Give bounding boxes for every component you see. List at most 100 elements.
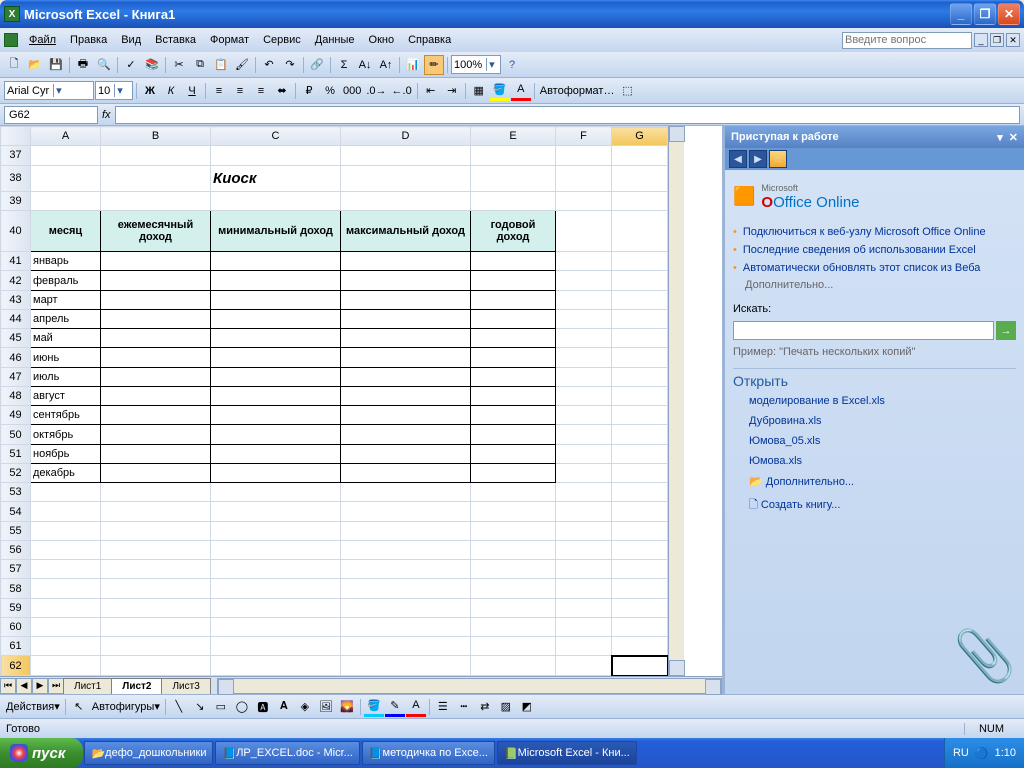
link-more-1[interactable]: Дополнительно... bbox=[733, 279, 1016, 291]
cell-G59[interactable] bbox=[612, 598, 668, 617]
cell-E38[interactable] bbox=[471, 165, 556, 191]
fill-color-button[interactable]: 🪣 bbox=[490, 81, 510, 101]
cell-E49[interactable] bbox=[471, 406, 556, 425]
cell-F41[interactable] bbox=[556, 252, 612, 271]
cell-E61[interactable] bbox=[471, 637, 556, 656]
cell-E60[interactable] bbox=[471, 617, 556, 636]
cell-F38[interactable] bbox=[556, 165, 612, 191]
cell-A57[interactable] bbox=[31, 560, 101, 579]
cell-E62[interactable] bbox=[471, 656, 556, 676]
cell-G60[interactable] bbox=[612, 617, 668, 636]
vertical-scrollbar[interactable] bbox=[668, 126, 684, 676]
chart-wizard-button[interactable]: 📊 bbox=[403, 55, 423, 75]
col-header-D[interactable]: D bbox=[341, 127, 471, 146]
cell-B53[interactable] bbox=[101, 483, 211, 502]
cell-A58[interactable] bbox=[31, 579, 101, 598]
cell-B59[interactable] bbox=[101, 598, 211, 617]
dash-style-button[interactable]: ┅ bbox=[454, 697, 474, 717]
cell-F46[interactable] bbox=[556, 348, 612, 367]
cell-B47[interactable] bbox=[101, 367, 211, 386]
menu-view[interactable]: Вид bbox=[114, 32, 148, 48]
cell-G48[interactable] bbox=[612, 386, 668, 405]
menu-file[interactable]: Файл bbox=[22, 32, 63, 48]
menu-edit[interactable]: Правка bbox=[63, 32, 114, 48]
link-auto-update-list[interactable]: Автоматически обновлять этот список из В… bbox=[733, 261, 1016, 275]
help-question-box[interactable] bbox=[842, 32, 972, 49]
cell-G37[interactable] bbox=[612, 146, 668, 165]
cell-E37[interactable] bbox=[471, 146, 556, 165]
minimize-button[interactable]: _ bbox=[950, 3, 972, 25]
cell-F43[interactable] bbox=[556, 290, 612, 309]
taskpane-forward[interactable]: ▶ bbox=[749, 150, 767, 168]
cell-B52[interactable] bbox=[101, 463, 211, 482]
row-header-54[interactable]: 54 bbox=[1, 502, 31, 521]
cell-A59[interactable] bbox=[31, 598, 101, 617]
cell-G39[interactable] bbox=[612, 191, 668, 210]
cell-B60[interactable] bbox=[101, 617, 211, 636]
cell-F51[interactable] bbox=[556, 444, 612, 463]
tray-volume-icon[interactable]: 🔵 bbox=[975, 747, 989, 760]
cell-A55[interactable] bbox=[31, 521, 101, 540]
cell-B45[interactable] bbox=[101, 329, 211, 348]
align-left-button[interactable]: ≡ bbox=[209, 81, 229, 101]
cell-B54[interactable] bbox=[101, 502, 211, 521]
cell-F62[interactable] bbox=[556, 656, 612, 676]
cell-F49[interactable] bbox=[556, 406, 612, 425]
cell-F47[interactable] bbox=[556, 367, 612, 386]
cell-E42[interactable] bbox=[471, 271, 556, 290]
cell-E39[interactable] bbox=[471, 191, 556, 210]
tab-nav-next[interactable]: ▶ bbox=[32, 678, 48, 694]
cell-A60[interactable] bbox=[31, 617, 101, 636]
cell-B48[interactable] bbox=[101, 386, 211, 405]
comma-button[interactable]: 000 bbox=[341, 81, 363, 101]
new-button[interactable]: 🗋 bbox=[4, 55, 24, 75]
cell-C48[interactable] bbox=[211, 386, 341, 405]
hyperlink-button[interactable]: 🔗 bbox=[307, 55, 327, 75]
cell-G62[interactable] bbox=[612, 656, 668, 676]
cell-C49[interactable] bbox=[211, 406, 341, 425]
worksheet-grid[interactable]: ABCDEFG3738Киоск3940месяцежемесячный дох… bbox=[0, 126, 722, 676]
undo-button[interactable]: ↶ bbox=[259, 55, 279, 75]
cell-C39[interactable] bbox=[211, 191, 341, 210]
clippy-assistant-icon[interactable]: 📎 bbox=[954, 627, 1016, 686]
cell-A46[interactable]: июнь bbox=[31, 348, 101, 367]
row-header-52[interactable]: 52 bbox=[1, 463, 31, 482]
font-size-combo[interactable]: 10▾ bbox=[95, 81, 133, 100]
row-header-43[interactable]: 43 bbox=[1, 290, 31, 309]
row-header-56[interactable]: 56 bbox=[1, 540, 31, 559]
cell-F53[interactable] bbox=[556, 483, 612, 502]
col-header-G[interactable]: G bbox=[612, 127, 668, 146]
recent-file[interactable]: Дубровина.xls bbox=[733, 413, 1016, 429]
cell-B62[interactable] bbox=[101, 656, 211, 676]
mdi-restore[interactable]: ❐ bbox=[990, 33, 1004, 47]
cell-G54[interactable] bbox=[612, 502, 668, 521]
cell-E54[interactable] bbox=[471, 502, 556, 521]
cell-C44[interactable] bbox=[211, 309, 341, 328]
row-header-59[interactable]: 59 bbox=[1, 598, 31, 617]
wordart-button[interactable]: 𝐀 bbox=[274, 697, 294, 717]
cell-C55[interactable] bbox=[211, 521, 341, 540]
spelling-button[interactable]: ✓ bbox=[121, 55, 141, 75]
cell-C58[interactable] bbox=[211, 579, 341, 598]
row-header-44[interactable]: 44 bbox=[1, 309, 31, 328]
cell-D60[interactable] bbox=[341, 617, 471, 636]
cell-G45[interactable] bbox=[612, 329, 668, 348]
cell-D52[interactable] bbox=[341, 463, 471, 482]
cell-G55[interactable] bbox=[612, 521, 668, 540]
tab-nav-first[interactable]: ⏮ bbox=[0, 678, 16, 694]
cell-D47[interactable] bbox=[341, 367, 471, 386]
formula-bar[interactable] bbox=[115, 106, 1020, 124]
cell-F50[interactable] bbox=[556, 425, 612, 444]
cell-G42[interactable] bbox=[612, 271, 668, 290]
cell-C56[interactable] bbox=[211, 540, 341, 559]
cell-F42[interactable] bbox=[556, 271, 612, 290]
cell-G57[interactable] bbox=[612, 560, 668, 579]
cell-C47[interactable] bbox=[211, 367, 341, 386]
cell-E51[interactable] bbox=[471, 444, 556, 463]
research-button[interactable]: 📚 bbox=[142, 55, 162, 75]
cell-C54[interactable] bbox=[211, 502, 341, 521]
menu-tools[interactable]: Сервис bbox=[256, 32, 308, 48]
print-button[interactable]: 🖶 bbox=[73, 55, 93, 75]
menu-help[interactable]: Справка bbox=[401, 32, 458, 48]
row-header-62[interactable]: 62 bbox=[1, 656, 31, 676]
